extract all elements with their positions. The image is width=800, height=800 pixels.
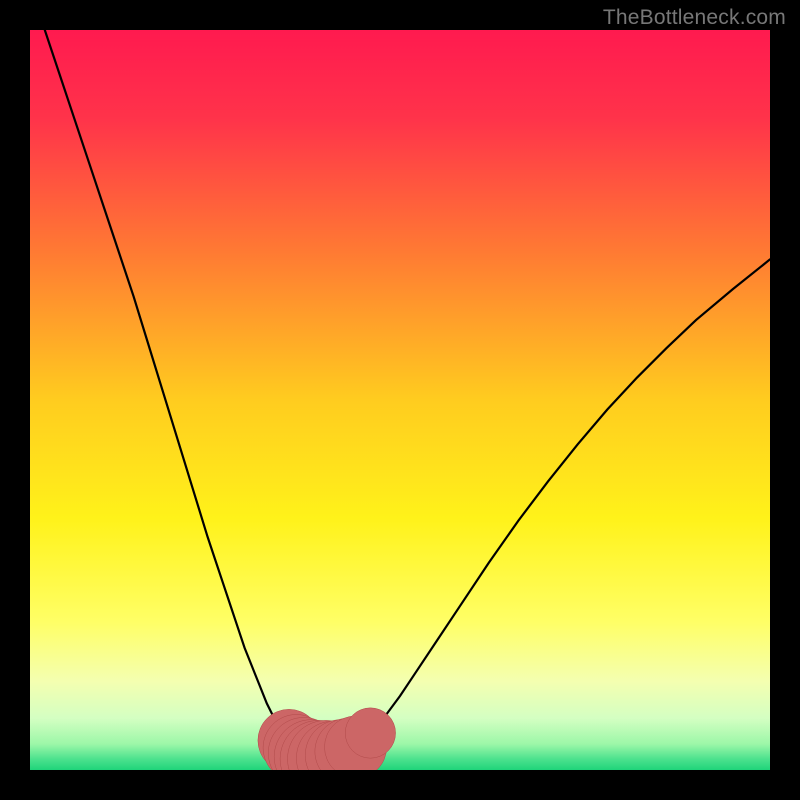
marker-dot [345, 708, 395, 758]
chart-svg [30, 30, 770, 770]
watermark-text: TheBottleneck.com [603, 6, 786, 30]
plot-area [30, 30, 770, 770]
gradient-background [30, 30, 770, 770]
chart-frame: TheBottleneck.com [0, 0, 800, 800]
